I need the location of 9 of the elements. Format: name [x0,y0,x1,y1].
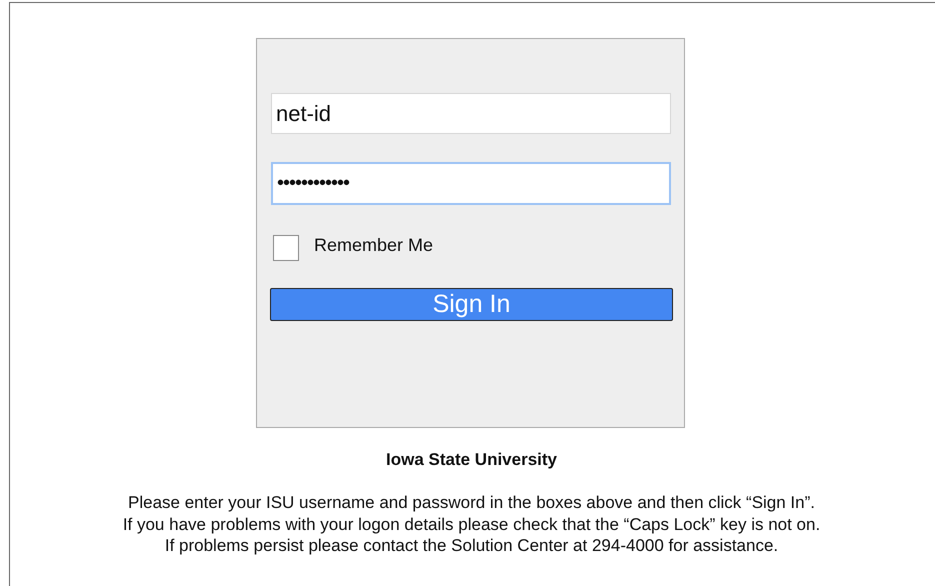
username-field[interactable]: net-id [271,93,671,134]
remember-checkbox[interactable] [273,235,299,261]
sign-in-button[interactable]: Sign In [270,288,673,321]
instruction-text: Please enter your ISU username and password in the boxes above and then click “Sign In”. [128,492,815,514]
instruction-text: If you have problems with your logon details please check that the “Caps Lock” key is not on. [122,514,820,535]
instruction-text: If problems persist please contact the Solution Center at 294-4000 for assistance. [164,535,778,556]
password-field[interactable]: •••••••••••• [271,162,671,205]
institution-name: Iowa State University [386,450,557,470]
remember-label: Remember Me [314,234,434,256]
